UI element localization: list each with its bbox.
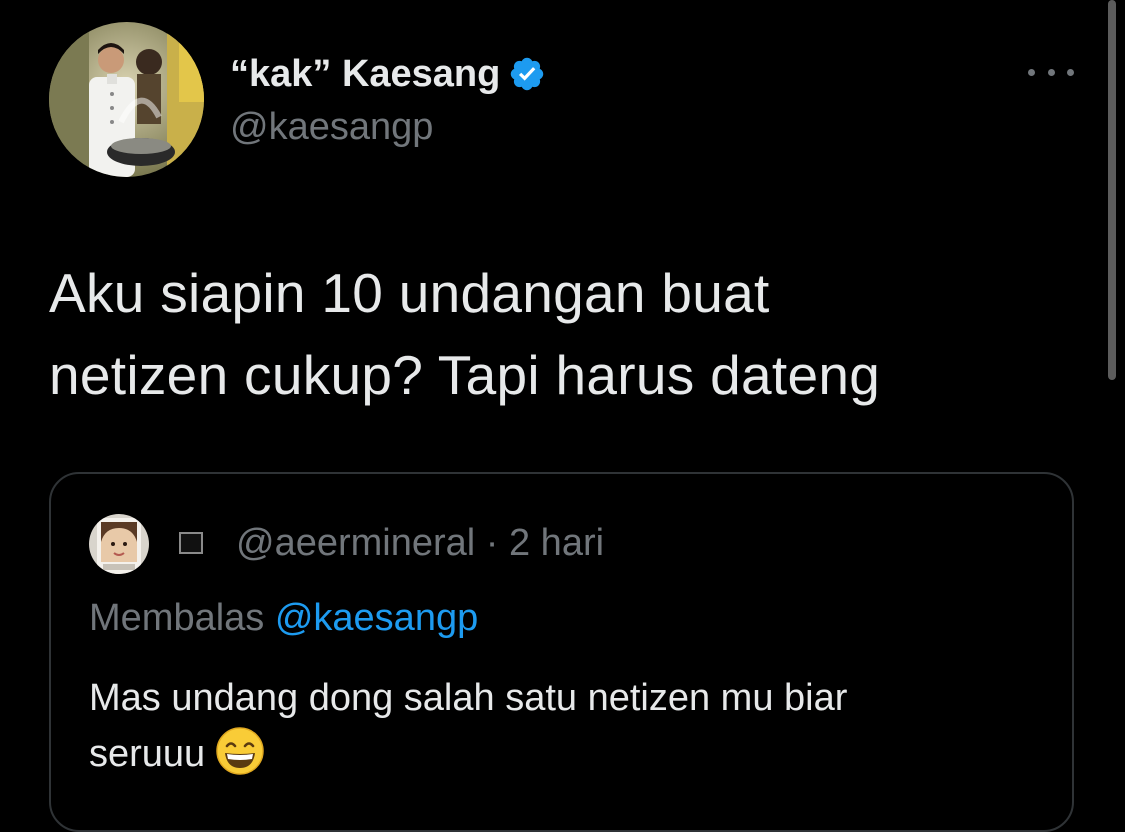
quoted-tweet-card[interactable]: @aeermineral · 2 hari Membalas @kaesangp… [49, 472, 1074, 832]
reply-prefix: Membalas [89, 597, 275, 639]
verified-badge-icon [508, 55, 546, 93]
quoted-text-line-1: Mas undang dong salah satu netizen mu bi… [89, 677, 848, 719]
reply-context: Membalas @kaesangp [89, 597, 478, 640]
grinning-face-emoji-icon [215, 726, 265, 776]
quoted-tweet-text: Mas undang dong salah satu netizen mu bi… [89, 670, 1049, 782]
scrollbar[interactable] [1108, 0, 1116, 380]
black-square-icon [179, 532, 203, 554]
more-horizontal-icon[interactable] [1028, 60, 1074, 84]
quoted-handle-and-time[interactable]: @aeermineral · 2 hari [236, 522, 604, 565]
tweet-text-line-2: netizen cukup? Tapi harus dateng [49, 344, 881, 406]
selfie-photo-image [89, 514, 149, 574]
author-handle[interactable]: @kaesangp [230, 106, 433, 149]
tweet-text: Aku siapin 10 undangan buat netizen cuku… [49, 252, 1089, 416]
author-avatar[interactable] [49, 22, 204, 177]
quoted-text-line-2: seruuu [89, 726, 1049, 782]
reply-mention-link[interactable]: @kaesangp [275, 597, 478, 639]
quoted-author-avatar[interactable] [89, 514, 149, 574]
author-display-name[interactable]: “kak” Kaesang [230, 53, 500, 96]
quoted-text-line-2-text: seruuu [89, 733, 206, 775]
chef-photo-image [49, 22, 204, 177]
tweet-text-line-1: Aku siapin 10 undangan buat [49, 262, 770, 324]
author-name-row: “kak” Kaesang [230, 52, 546, 96]
